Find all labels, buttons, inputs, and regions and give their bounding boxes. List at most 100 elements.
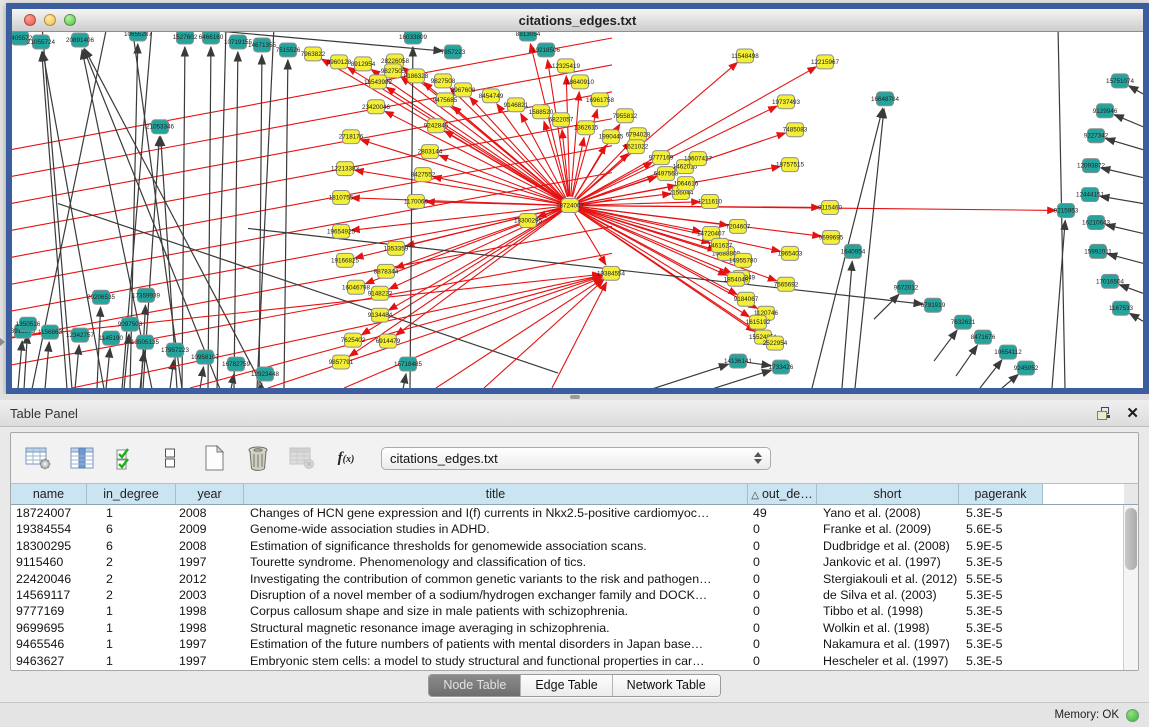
graph-node[interactable]: 2718176	[339, 130, 364, 144]
graph-node[interactable]: 10654112	[994, 345, 1022, 359]
graph-node[interactable]: 6822057	[549, 113, 574, 127]
table-row[interactable]: 946554611997Estimation of the future num…	[11, 636, 1138, 652]
graph-node[interactable]: 7485083	[783, 123, 808, 137]
graph-node[interactable]: 1990445	[599, 130, 624, 144]
graph-node[interactable]: 13505135	[131, 335, 159, 349]
table-cell[interactable]: Jankovic et al. (1997)	[817, 554, 959, 570]
table-cell[interactable]: Tourette syndrome. Phenomenology and cla…	[244, 554, 748, 570]
graph-node[interactable]: 16046798	[342, 280, 370, 294]
table-cell[interactable]: Stergiakouli et al. (2012)	[817, 571, 959, 587]
graph-node[interactable]: 12093872	[1077, 159, 1105, 173]
zoom-window-icon[interactable]	[64, 14, 76, 26]
graph-node[interactable]: 1170066	[404, 195, 429, 209]
graph-node[interactable]: 9777169	[649, 151, 674, 165]
graph-node[interactable]: 6791919	[921, 298, 946, 312]
table-cell[interactable]: 5.6E-5	[959, 521, 1043, 537]
graph-node[interactable]: 1810755	[329, 191, 354, 205]
column-header-title[interactable]: title	[244, 484, 748, 504]
table-cell[interactable]: 2008	[176, 505, 244, 521]
graph-node[interactable]: 16961758	[586, 93, 614, 107]
window-titlebar[interactable]: citations_edges.txt	[12, 9, 1143, 32]
table-cell[interactable]: de Silva et al. (2003)	[817, 587, 959, 603]
table-cell[interactable]: 49	[748, 505, 817, 521]
graph-node[interactable]: 7955812	[613, 109, 638, 123]
graph-node[interactable]: 9699695	[819, 230, 844, 244]
float-panel-icon[interactable]	[1097, 407, 1112, 420]
graph-node[interactable]: 8186328	[404, 69, 429, 83]
table-cell[interactable]: Disruption of a novel member of a sodium…	[244, 587, 748, 603]
graph-node[interactable]: 20891406	[66, 33, 94, 47]
graph-node[interactable]: 12923448	[251, 367, 279, 381]
graph-node[interactable]: 9184067	[734, 292, 759, 306]
table-cell[interactable]: 5.3E-5	[959, 587, 1043, 603]
graph-node[interactable]: 18757515	[776, 158, 804, 172]
table-cell[interactable]: 0	[748, 620, 817, 636]
graph-node[interactable]: 21053346	[146, 120, 174, 134]
table-cell[interactable]: 1997	[176, 636, 244, 652]
graph-node[interactable]: 2967608	[451, 83, 476, 97]
table-cell[interactable]: 0	[748, 538, 817, 554]
graph-node[interactable]: 16648784	[871, 92, 899, 106]
table-cell[interactable]: 0	[748, 636, 817, 652]
graph-node[interactable]: 8960128	[327, 55, 352, 69]
graph-node[interactable]: 1156863	[38, 325, 63, 339]
table-row[interactable]: 2242004622012Investigating the contribut…	[11, 571, 1138, 587]
table-cell[interactable]: 6	[87, 538, 176, 554]
graph-node[interactable]: 6914479	[376, 334, 401, 348]
table-cell[interactable]: 9115460	[11, 554, 87, 570]
table-cell[interactable]: Wolkin et al. (1998)	[817, 620, 959, 636]
graph-node[interactable]: 12444151	[1076, 188, 1104, 202]
delete-icon[interactable]	[243, 443, 273, 473]
table-cell[interactable]: 2003	[176, 587, 244, 603]
table-cell[interactable]: Hescheler et al. (1997)	[817, 653, 959, 669]
table-cell[interactable]: 2	[87, 554, 176, 570]
table-cell[interactable]: 2008	[176, 538, 244, 554]
graph-node[interactable]: 12213383	[331, 162, 359, 176]
graph-node[interactable]: 15718485	[394, 357, 422, 371]
table-cell[interactable]: Yano et al. (2008)	[817, 505, 959, 521]
graph-node[interactable]: 9097503	[118, 317, 143, 331]
graph-node[interactable]: 7204607	[726, 219, 751, 233]
graph-node[interactable]: 1965403	[778, 246, 803, 260]
table-cell[interactable]: 2	[87, 571, 176, 587]
table-cell[interactable]: Estimation of significance thresholds fo…	[244, 538, 748, 554]
table-row[interactable]: 977716911998Corpus callosum shape and si…	[11, 603, 1138, 619]
graph-node[interactable]: 16782759	[222, 357, 250, 371]
graph-node[interactable]: 1353359	[384, 241, 409, 255]
table-cell[interactable]: 2012	[176, 571, 244, 587]
graph-node[interactable]: 9215953	[1054, 204, 1079, 218]
table-cell[interactable]: Structural magnetic resonance image aver…	[244, 620, 748, 636]
graph-node[interactable]: 19654925	[327, 224, 355, 238]
graph-node[interactable]: 9672012	[894, 280, 919, 294]
table-cell[interactable]: 5.5E-5	[959, 571, 1043, 587]
table-cell[interactable]: 5.3E-5	[959, 620, 1043, 636]
graph-node[interactable]: 2522954	[763, 336, 788, 350]
table-cell[interactable]: Franke et al. (2009)	[817, 521, 959, 537]
table-cell[interactable]: Dudbridge et al. (2008)	[817, 538, 959, 554]
graph-node[interactable]: 9115460	[818, 201, 843, 215]
table-cell[interactable]: 19384554	[11, 521, 87, 537]
graph-node[interactable]: 8454749	[479, 89, 504, 103]
graph-node[interactable]: 6466160	[199, 32, 224, 44]
graph-node[interactable]: 7857223	[441, 45, 466, 59]
table-cell[interactable]: 2009	[176, 521, 244, 537]
column-header-year[interactable]: year	[176, 484, 244, 504]
table-cell[interactable]: Corpus callosum shape and size in male p…	[244, 603, 748, 619]
table-cell[interactable]: 0	[748, 521, 817, 537]
table-cell[interactable]: 1	[87, 653, 176, 669]
table-cell[interactable]: 14569117	[11, 587, 87, 603]
scrollbar-thumb[interactable]	[1125, 508, 1137, 570]
table-cell[interactable]: 1	[87, 620, 176, 636]
graph-node[interactable]: 9857791	[329, 355, 354, 369]
graph-node[interactable]: 1527602	[173, 32, 198, 44]
table-cell[interactable]: 9699695	[11, 620, 87, 636]
graph-node[interactable]: 15992011	[1084, 244, 1112, 258]
select-columns-check-icon[interactable]	[111, 443, 141, 473]
table-cell[interactable]: Estimation of the future numbers of pati…	[244, 636, 748, 652]
function-builder-icon[interactable]: f(x)	[331, 443, 361, 473]
table-row[interactable]: 946362711997Embryonic stem cells: a mode…	[11, 653, 1138, 669]
table-row[interactable]: 1872400712008Changes of HCN gene express…	[11, 505, 1138, 521]
graph-node[interactable]: 9245052	[1014, 361, 1039, 375]
table-cell[interactable]: 0	[748, 571, 817, 587]
network-canvas[interactable]: 1872400719384554183002957963822896012889…	[12, 32, 1143, 388]
